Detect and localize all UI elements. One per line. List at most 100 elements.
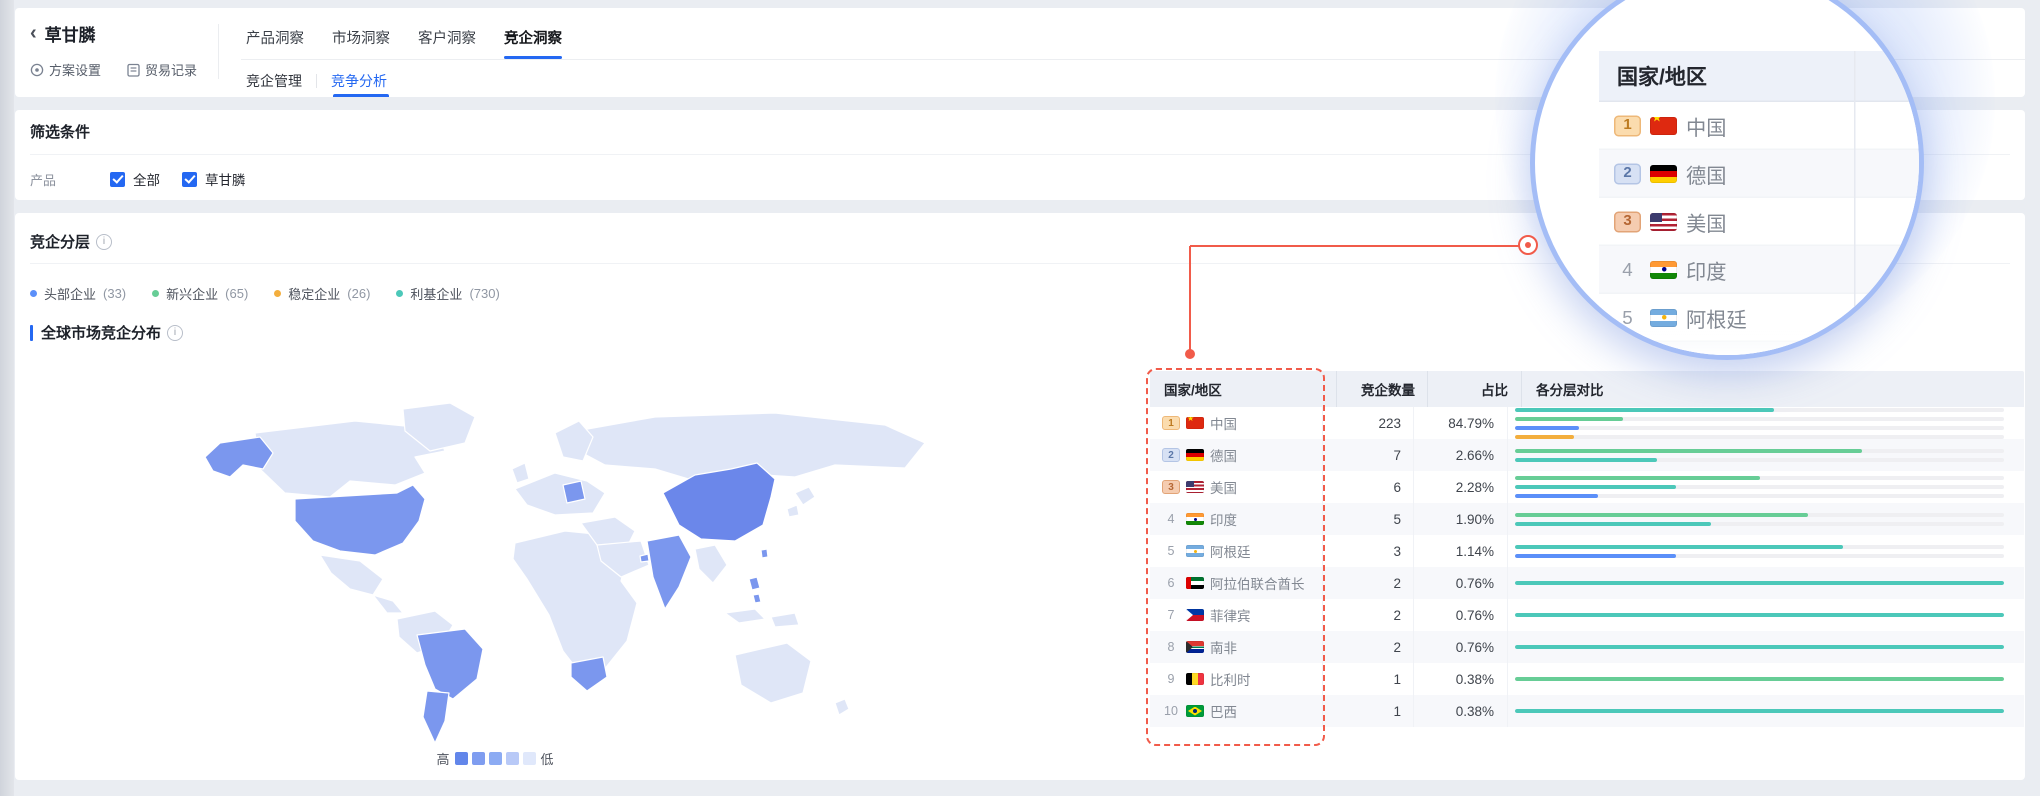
target-icon: [30, 63, 44, 77]
country-name: 印度: [1210, 509, 1237, 529]
plan-settings-button[interactable]: 方案设置: [30, 60, 101, 79]
bar-track: [1515, 408, 2004, 412]
rank-badge: 7: [1162, 608, 1180, 622]
bar-fill: [1515, 554, 1676, 558]
bar-fill: [1515, 485, 1676, 489]
tab-competitor-insight[interactable]: 竞企洞察: [504, 27, 562, 48]
tab-product-insight[interactable]: 产品洞察: [246, 27, 304, 48]
rank-badge: 6: [1162, 576, 1180, 590]
competitor-count: 1: [1393, 704, 1401, 719]
pct-cell: 0.76%: [1414, 567, 1508, 599]
tier-bars-cell: [1508, 599, 2024, 631]
legend-dot-icon: [274, 290, 281, 297]
count-cell: 223: [1323, 407, 1414, 439]
pct-cell: 2.66%: [1414, 439, 1508, 471]
competitor-count: 2: [1393, 576, 1401, 591]
table-body: 1中国22384.79%2德国72.66%3美国62.28%4印度51.90%5…: [1150, 407, 2024, 727]
table-row: 5阿根廷31.14%: [1150, 535, 2024, 567]
percentage-value: 84.79%: [1448, 416, 1494, 431]
bar-track: [1515, 677, 2004, 681]
accent-bar: [30, 325, 33, 341]
country-cell: 3美国: [1614, 206, 1727, 236]
trade-records-button[interactable]: 贸易记录: [127, 60, 197, 79]
back-icon[interactable]: ‹: [30, 23, 37, 43]
bar-track: [1515, 581, 2004, 585]
map-legend-low: 低: [541, 749, 554, 768]
country-name: 菲律宾: [1210, 605, 1251, 625]
checkbox-all[interactable]: 全部: [110, 169, 160, 189]
map-legend-swatch: [489, 752, 502, 765]
bar-fill: [1515, 426, 1579, 430]
percentage-value: 1.14%: [1456, 544, 1494, 559]
us-flag-icon: [1650, 212, 1677, 230]
subtab-competitor-management[interactable]: 竞企管理: [246, 71, 302, 91]
legend-label: 利基企业: [410, 284, 462, 303]
count-cell: 2: [1323, 631, 1414, 663]
country-name: 德国: [1686, 158, 1727, 188]
left-gutter: [0, 0, 14, 796]
bar-fill: [1515, 709, 2004, 713]
pct-cell: 84.79%: [1414, 407, 1508, 439]
checkbox-all-label: 全部: [133, 169, 160, 189]
count-cell: 7: [1323, 439, 1414, 471]
count-cell: 1: [1323, 695, 1414, 727]
table-row: 9比利时10.38%: [1150, 663, 2024, 695]
checkbox-icon[interactable]: [110, 172, 125, 187]
plan-settings-label: 方案设置: [49, 60, 101, 79]
map-legend-swatch: [523, 752, 536, 765]
tier-bars-cell: [1508, 535, 2024, 567]
info-icon[interactable]: [167, 325, 183, 341]
tab-market-insight[interactable]: 市场洞察: [332, 27, 390, 48]
country-cell: 10巴西: [1150, 695, 1323, 727]
legend-item-稳定企业[interactable]: 稳定企业(26): [274, 284, 370, 303]
tier-legend: 头部企业(33) 新兴企业(65) 稳定企业(26) 利基企业(730): [30, 284, 500, 303]
country-name: 中国: [1210, 413, 1237, 433]
info-icon[interactable]: [96, 234, 112, 250]
map-legend-swatch: [455, 752, 468, 765]
be-flag-icon: [1186, 673, 1204, 685]
legend-item-新兴企业[interactable]: 新兴企业(65): [152, 284, 248, 303]
legend-item-头部企业[interactable]: 头部企业(33): [30, 284, 126, 303]
rank-badge: 5: [1614, 307, 1641, 328]
magnifier-table-row: 3美国: [1599, 198, 1924, 246]
magnifier-table-row: 1中国: [1599, 102, 1924, 150]
bar-track: [1515, 476, 2004, 480]
map-legend-swatch: [506, 752, 519, 765]
country-name: 美国: [1210, 477, 1237, 497]
bar-fill: [1515, 458, 1657, 462]
checkbox-glyphosate[interactable]: 草甘膦: [182, 169, 246, 189]
bar-track: [1515, 513, 2004, 517]
country-table: 国家/地区 竞企数量 占比 各分层对比 1中国22384.79%2德国72.66…: [1150, 371, 2024, 727]
page-title: 草甘膦: [45, 21, 96, 46]
count-cell: 1: [1323, 663, 1414, 695]
legend-count: (26): [347, 286, 370, 301]
tier-bars-cell: [1508, 631, 2024, 663]
country-cell: 5阿根廷: [1150, 535, 1323, 567]
in-flag-icon: [1650, 260, 1677, 278]
subtab-competition-analysis[interactable]: 竞争分析: [331, 71, 387, 91]
legend-item-利基企业[interactable]: 利基企业(730): [396, 284, 499, 303]
pct-cell: 1.14%: [1414, 535, 1508, 567]
rank-badge: 4: [1162, 512, 1180, 526]
bar-track: [1515, 435, 2004, 439]
bar-track: [1515, 485, 2004, 489]
filter-field-label: 产品: [30, 170, 110, 189]
competitor-count: 5: [1393, 512, 1401, 527]
connector-ring: [1518, 235, 1538, 255]
filter-title: 筛选条件: [30, 121, 90, 142]
checkbox-icon[interactable]: [182, 172, 197, 187]
country-name: 美国: [1686, 206, 1727, 236]
world-map[interactable]: [135, 373, 975, 748]
page: ‹ 草甘膦 方案设置 贸易记录 产品洞察 市场洞察 客户洞察 竞企洞察: [0, 0, 2040, 796]
active-subtab-underline: [333, 94, 389, 97]
competitor-count: 2: [1393, 608, 1401, 623]
magnifier-rows: 1中国2德国3美国4印度5阿根廷6阿拉伯联合酋长: [1599, 102, 1924, 360]
country-cell: 4印度: [1614, 254, 1727, 284]
map-legend: 高 低: [15, 749, 975, 768]
table-row: 6阿拉伯联合酋长20.76%: [1150, 567, 2024, 599]
us-flag-icon: [1186, 481, 1204, 493]
pct-cell: 0.38%: [1414, 695, 1508, 727]
table-row: 4印度51.90%: [1150, 503, 2024, 535]
tab-customer-insight[interactable]: 客户洞察: [418, 27, 476, 48]
magnifier-table-row: 4印度: [1599, 246, 1924, 294]
